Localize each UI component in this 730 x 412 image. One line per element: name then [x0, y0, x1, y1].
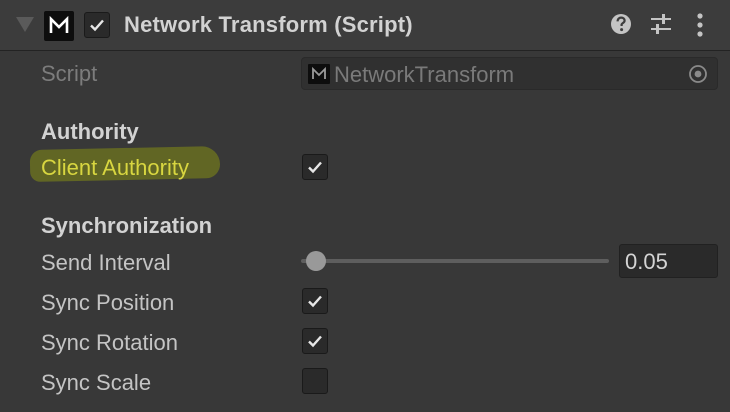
send-interval-label: Send Interval	[41, 250, 171, 275]
foldout-arrow-icon[interactable]	[16, 17, 34, 32]
presets-sliders-icon[interactable]	[649, 11, 673, 37]
checkmark-icon	[90, 19, 104, 32]
component-title: Network Transform (Script)	[124, 12, 413, 37]
script-object-field: NetworkTransform	[301, 57, 718, 90]
sync-rotation-label: Sync Rotation	[41, 330, 178, 355]
send-interval-slider-thumb[interactable]	[306, 251, 327, 271]
sync-scale-checkbox[interactable]	[302, 368, 328, 394]
mirror-script-icon	[44, 11, 74, 41]
sync-rotation-checkbox[interactable]	[302, 328, 328, 354]
component-enabled-checkbox[interactable]	[84, 12, 110, 38]
more-vertical-icon[interactable]	[690, 11, 710, 39]
client-authority-checkbox[interactable]	[302, 154, 328, 180]
send-interval-slider-track[interactable]	[301, 259, 609, 263]
component-header: Network Transform (Script)	[0, 0, 730, 51]
authority-section-title: Authority	[41, 119, 139, 144]
script-object-value: NetworkTransform	[334, 62, 515, 87]
sync-position-label: Sync Position	[41, 290, 175, 315]
client-authority-label: Client Authority	[41, 155, 189, 180]
send-interval-input[interactable]: 0.05	[619, 244, 718, 278]
mirror-script-icon	[308, 64, 330, 84]
help-icon[interactable]	[609, 11, 633, 37]
checkmark-icon	[308, 335, 322, 348]
sync-scale-label: Sync Scale	[41, 370, 152, 395]
script-label: Script	[41, 61, 98, 86]
synchronization-section-title: Synchronization	[41, 213, 213, 238]
checkmark-icon	[308, 295, 322, 308]
object-picker-icon[interactable]	[688, 64, 708, 84]
checkmark-icon	[308, 161, 322, 174]
sync-position-checkbox[interactable]	[302, 288, 328, 314]
